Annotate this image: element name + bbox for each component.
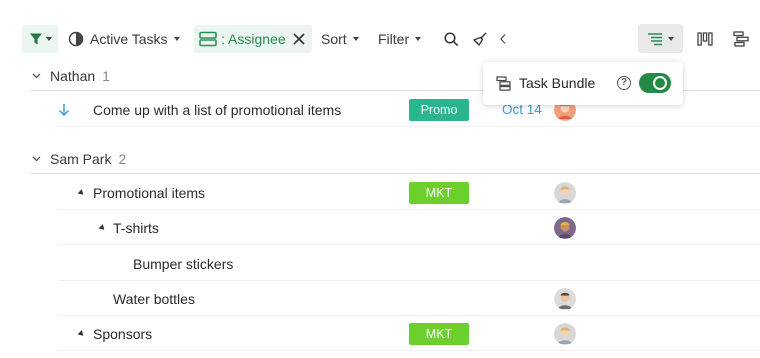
search-icon	[443, 31, 458, 46]
task-title[interactable]: T-shirts	[113, 210, 159, 245]
chevron-left-icon	[500, 34, 506, 44]
remove-grouping-button[interactable]	[286, 25, 312, 53]
task-title[interactable]: Come up with a list of promotional items	[93, 92, 341, 127]
avatar[interactable]	[554, 323, 576, 345]
collapse-toolbar-button[interactable]	[496, 25, 510, 53]
sort-dropdown[interactable]: Sort	[321, 25, 359, 53]
task-row[interactable]: Water bottles	[58, 281, 760, 316]
chevron-down-icon	[173, 37, 180, 41]
expand-triangle-icon[interactable]	[98, 224, 107, 232]
chevron-down-icon	[415, 37, 422, 41]
chevron-down-icon[interactable]	[30, 156, 42, 162]
close-icon	[293, 33, 305, 45]
tag-badge[interactable]: MKT	[409, 323, 469, 345]
chevron-down-icon[interactable]	[30, 73, 42, 79]
group-by-assignee-chip[interactable]: : Assignee	[194, 25, 292, 53]
group-rows-icon	[199, 31, 217, 47]
sort-label: Sort	[321, 31, 347, 47]
chevron-down-icon	[668, 36, 674, 41]
group-name: Sam Park	[50, 150, 112, 167]
clear-button[interactable]	[470, 25, 490, 53]
filter-label: Filter	[378, 31, 410, 47]
active-tasks-label: Active Tasks	[90, 31, 168, 47]
tag-badge[interactable]: Promo	[409, 99, 469, 121]
filter-dropdown[interactable]: Filter	[378, 25, 422, 53]
priority-arrow-icon	[58, 92, 70, 127]
expand-triangle-icon[interactable]	[77, 189, 86, 197]
task-bundle-icon	[496, 76, 511, 96]
board-columns-icon	[697, 32, 713, 46]
toggle-knob	[653, 76, 667, 90]
chevron-down-icon	[45, 37, 52, 41]
funnel-icon	[29, 33, 42, 45]
broom-icon	[472, 32, 487, 47]
task-title[interactable]: Promotional items	[93, 175, 205, 210]
task-title[interactable]: Water bottles	[113, 281, 195, 316]
group-header-sam-park[interactable]: Sam Park 2	[30, 144, 760, 174]
gantt-view-button[interactable]	[731, 25, 751, 53]
chevron-down-icon	[352, 37, 359, 41]
avatar[interactable]	[554, 217, 576, 239]
task-bundle-popover: Task Bundle ?	[483, 62, 683, 105]
gantt-icon	[733, 31, 749, 47]
avatar[interactable]	[554, 288, 576, 310]
task-row[interactable]: Bumper stickers	[58, 246, 760, 281]
task-row[interactable]: Sponsors MKT	[58, 316, 760, 351]
task-title[interactable]: Sponsors	[93, 316, 152, 351]
task-bundle-toggle[interactable]	[639, 73, 671, 93]
half-circle-icon	[68, 31, 84, 47]
avatar[interactable]	[554, 182, 576, 204]
help-icon[interactable]: ?	[617, 76, 631, 90]
filter-toggle-button[interactable]	[22, 25, 58, 53]
expand-triangle-icon[interactable]	[77, 330, 86, 338]
active-tasks-dropdown[interactable]: Active Tasks	[68, 25, 180, 53]
task-row[interactable]: Promotional items MKT	[58, 175, 760, 210]
tag-badge[interactable]: MKT	[409, 182, 469, 204]
indent-list-icon	[648, 32, 662, 45]
task-title[interactable]: Bumper stickers	[133, 246, 233, 281]
board-view-button[interactable]	[695, 25, 715, 53]
group-name: Nathan	[50, 67, 96, 84]
assignee-label: : Assignee	[221, 31, 286, 47]
task-bundle-label: Task Bundle	[519, 75, 596, 91]
group-count: 1	[102, 67, 110, 84]
task-bundle-view-button[interactable]	[638, 24, 683, 53]
group-count: 2	[118, 150, 127, 167]
task-row[interactable]: T-shirts	[58, 210, 760, 245]
search-button[interactable]	[441, 25, 461, 53]
